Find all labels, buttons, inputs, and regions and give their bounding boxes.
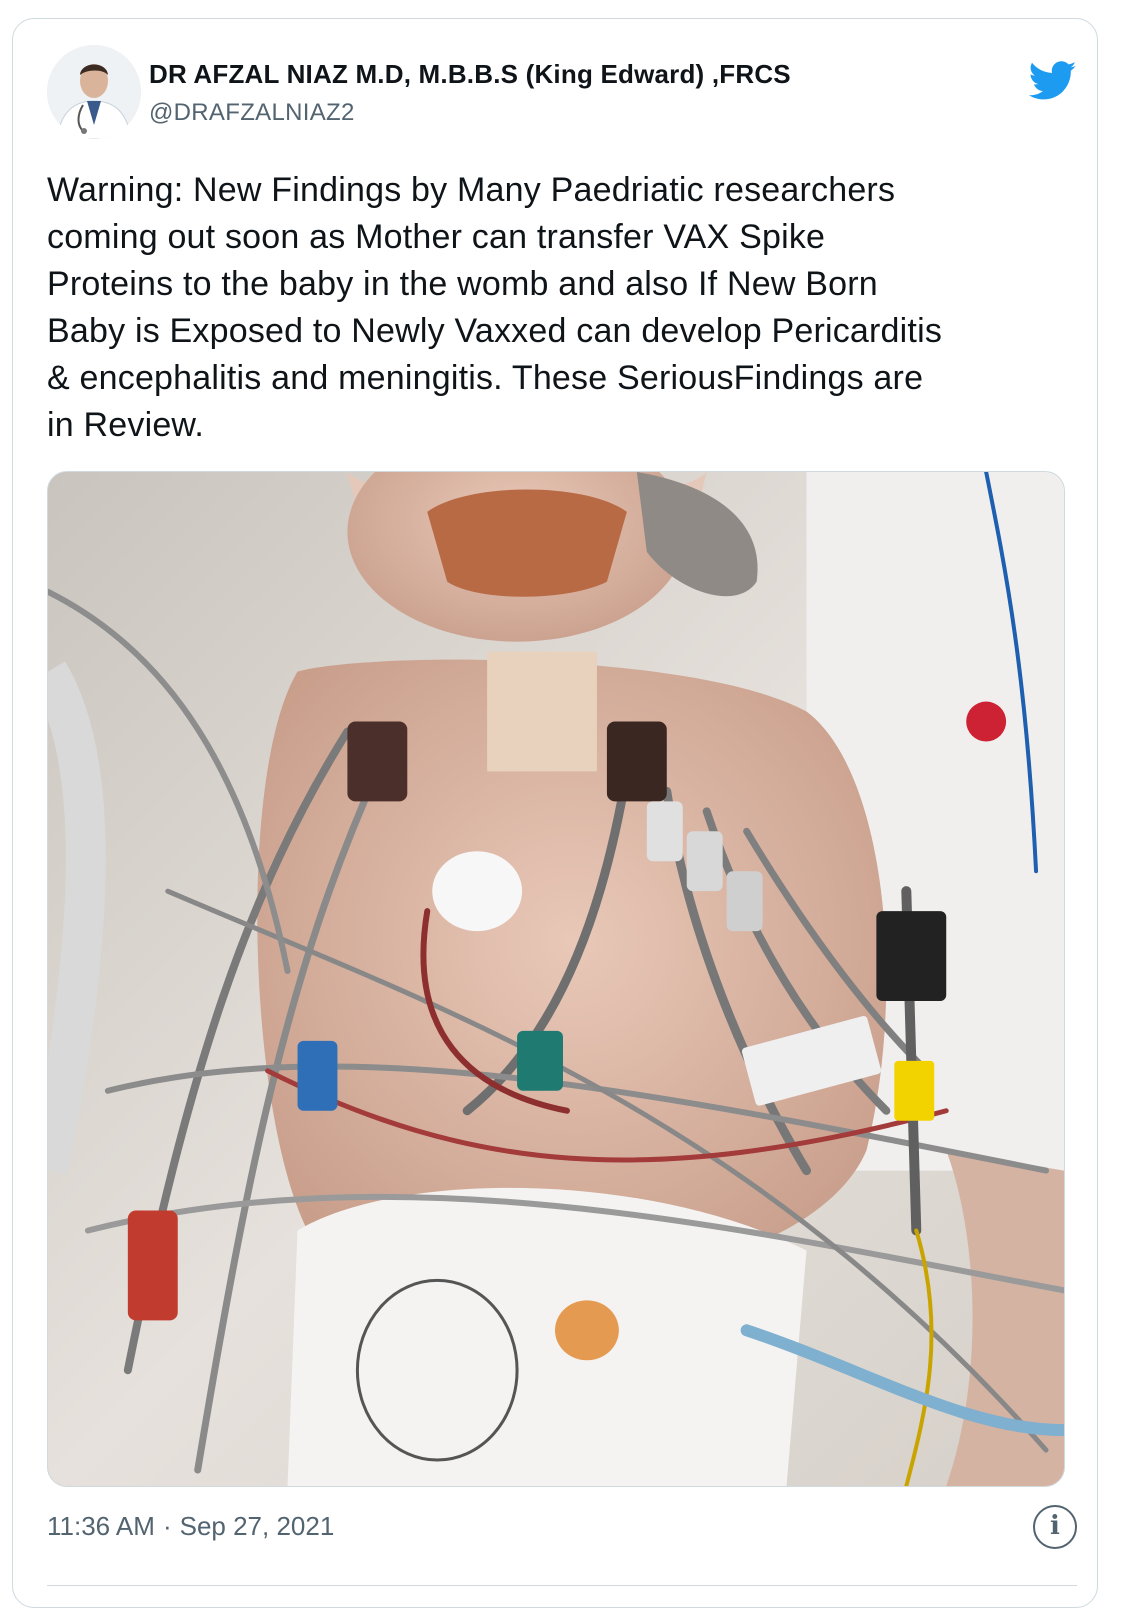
tweet-text: Warning: New Findings by Many Paedriatic… (47, 167, 1057, 449)
tweet-date: Sep 27, 2021 (179, 1511, 335, 1541)
footer-divider (47, 1585, 1077, 1586)
author-display-name[interactable]: DR AFZAL NIAZ M.D, M.B.B.S (King Edward)… (149, 59, 791, 90)
twitter-bird-icon[interactable] (1028, 61, 1077, 101)
tweet-text-line: Baby is Exposed to Newly Vaxxed can deve… (47, 312, 943, 350)
author-handle[interactable]: @DRAFZALNIAZ2 (149, 99, 355, 127)
tweet-timestamp[interactable]: 11:36 AM · Sep 27, 2021 (47, 1511, 334, 1542)
tweet-text-line: & encephalitis and meningitis. These Ser… (47, 359, 924, 397)
tweet-photo[interactable] (47, 471, 1065, 1487)
tweet-card: DR AFZAL NIAZ M.D, M.B.B.S (King Edward)… (12, 18, 1098, 1608)
doctor-avatar-icon[interactable] (47, 45, 141, 139)
tweet-text-line: in Review. (47, 406, 204, 444)
tweet-time: 11:36 AM (47, 1511, 155, 1541)
tweet-footer: 11:36 AM · Sep 27, 2021 i (47, 1505, 1077, 1555)
tweet-text-line: coming out soon as Mother can transfer V… (47, 218, 826, 256)
timestamp-separator: · (162, 1511, 172, 1541)
tweet-text-line: Proteins to the baby in the womb and als… (47, 265, 878, 303)
photo-icon (48, 472, 1064, 1486)
tweet-text-line: Warning: New Findings by Many Paedriatic… (47, 171, 896, 209)
info-icon[interactable]: i (1033, 1505, 1077, 1549)
tweet-header: DR AFZAL NIAZ M.D, M.B.B.S (King Edward)… (47, 43, 1077, 143)
